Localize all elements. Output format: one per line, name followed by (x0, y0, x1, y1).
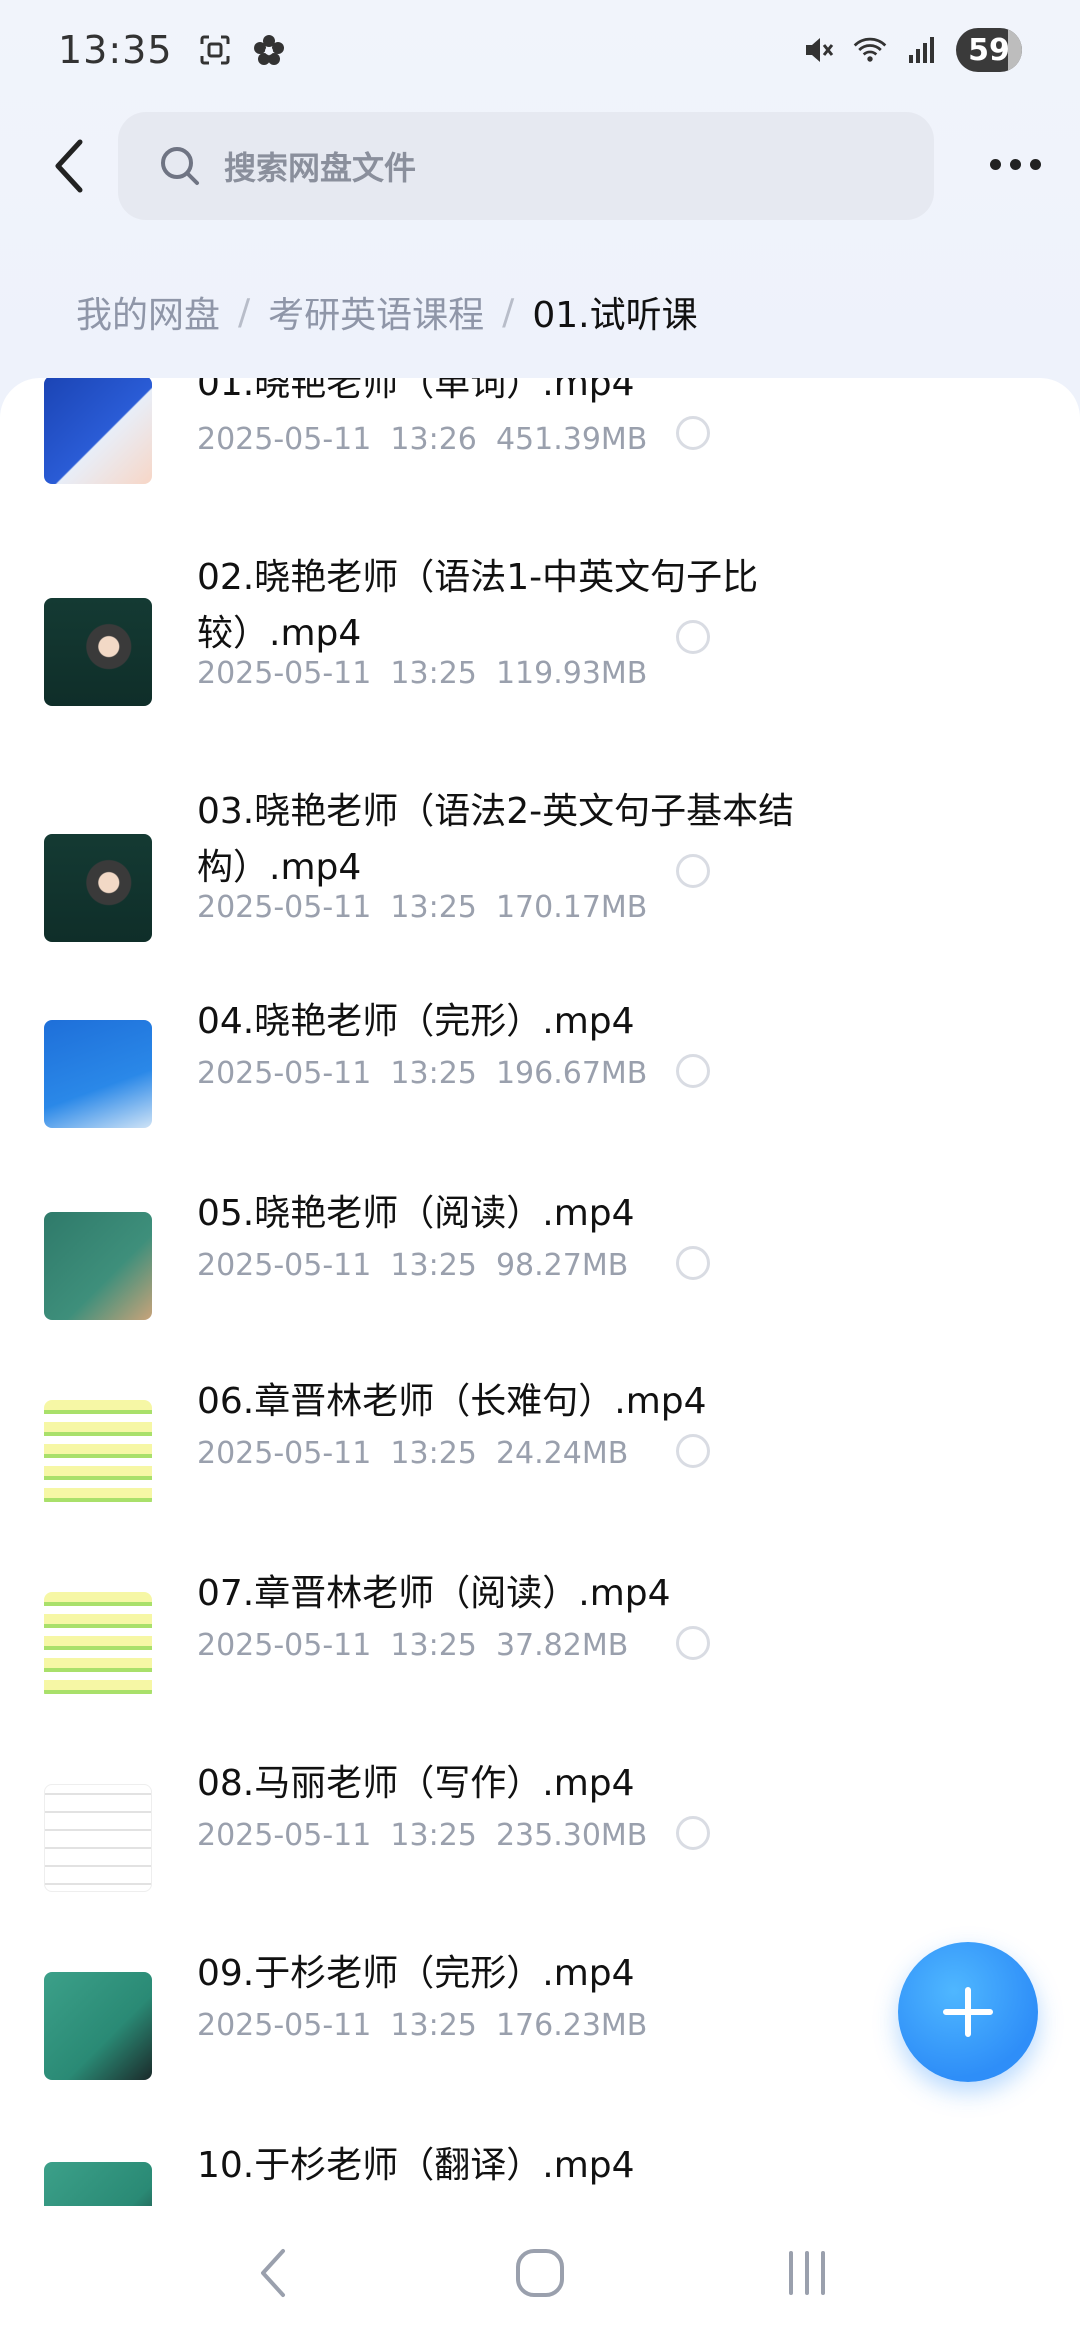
nav-recents-icon (788, 2251, 825, 2295)
video-thumbnail (44, 1400, 152, 1508)
video-thumbnail (44, 2162, 152, 2206)
video-thumbnail (44, 598, 152, 706)
file-item-08[interactable]: 08.马丽老师（写作）.mp4 2025-05-11 13:25 235.30M… (0, 1763, 1080, 1942)
select-radio[interactable] (676, 854, 710, 888)
system-nav-bar (0, 2206, 1080, 2340)
video-thumbnail (44, 1020, 152, 1128)
file-name: 05.晓艳老师（阅读）.mp4 (197, 1193, 635, 1234)
file-meta: 2025-05-11 13:25 37.82MB (197, 1628, 629, 1663)
file-name: 04.晓艳老师（完形）.mp4 (197, 1001, 635, 1042)
file-meta: 2025-05-11 13:25 196.67MB (197, 1056, 648, 1091)
file-name: 06.章晋林老师（长难句）.mp4 (197, 1381, 707, 1422)
wifi-icon (852, 32, 888, 68)
select-radio[interactable] (676, 416, 710, 450)
video-thumbnail (44, 1212, 152, 1320)
video-thumbnail (44, 1592, 152, 1700)
video-thumbnail (44, 1784, 152, 1892)
breadcrumb-separator: / (238, 291, 251, 333)
file-name: 01.晓艳老师（单词）.mp4 (197, 378, 635, 404)
file-list: 01.晓艳老师（单词）.mp4 2025-05-11 13:26 451.39M… (0, 378, 1080, 2206)
file-item-06[interactable]: 06.章晋林老师（长难句）.mp4 2025-05-11 13:25 24.24… (0, 1381, 1080, 1562)
file-item-07[interactable]: 07.章晋林老师（阅读）.mp4 2025-05-11 13:25 37.82M… (0, 1573, 1080, 1752)
file-name: 08.马丽老师（写作）.mp4 (197, 1763, 635, 1804)
nav-back-icon (261, 2249, 286, 2297)
file-name: 10.于杉老师（翻译）.mp4 (197, 2145, 635, 2186)
plus-icon (943, 1987, 993, 2037)
file-meta: 2025-05-11 13:25 98.27MB (197, 1248, 629, 1283)
breadcrumb-separator: / (502, 291, 515, 333)
file-name: 07.章晋林老师（阅读）.mp4 (197, 1573, 671, 1614)
nav-back-button[interactable] (233, 2233, 313, 2313)
file-item-02[interactable]: 02.晓艳老师（语法1-中英文句子比较）.mp4 2025-05-11 13:2… (0, 557, 1080, 752)
select-radio[interactable] (676, 1816, 710, 1850)
mute-icon (800, 32, 836, 68)
select-radio[interactable] (676, 1626, 710, 1660)
breadcrumb-item-folder[interactable]: 考研英语课程 (268, 286, 484, 338)
file-meta: 2025-05-11 13:25 170.17MB (197, 890, 648, 925)
file-meta: 2025-05-11 13:26 451.39MB (197, 422, 648, 457)
status-bar: 13:35 59 (0, 0, 1080, 100)
top-bar: 搜索网盘文件 (0, 110, 1080, 220)
status-right-icons: 59 (800, 28, 1022, 72)
screenshot-icon (197, 32, 233, 68)
file-name: 03.晓艳老师（语法2-英文句子基本结构）.mp4 (197, 791, 795, 888)
file-meta: 2025-05-11 13:25 176.23MB (197, 2008, 648, 2043)
flower-icon (251, 32, 287, 68)
file-name: 02.晓艳老师（语法1-中英文句子比较）.mp4 (197, 557, 759, 654)
select-radio[interactable] (676, 1246, 710, 1280)
file-item-03[interactable]: 03.晓艳老师（语法2-英文句子基本结构）.mp4 2025-05-11 13:… (0, 791, 1080, 986)
search-icon (161, 147, 199, 185)
more-button[interactable] (980, 134, 1050, 194)
battery-indicator: 59 (956, 28, 1022, 72)
file-item-05[interactable]: 05.晓艳老师（阅读）.mp4 2025-05-11 13:25 98.27MB (0, 1193, 1080, 1370)
search-input[interactable]: 搜索网盘文件 (118, 112, 934, 220)
video-thumbnail (44, 378, 152, 484)
file-meta: 2025-05-11 13:25 24.24MB (197, 1436, 629, 1471)
nav-home-icon (515, 2249, 564, 2297)
video-thumbnail (44, 1972, 152, 2080)
file-item-10[interactable]: 10.于杉老师（翻译）.mp4 (0, 2145, 1080, 2206)
breadcrumb-item-current: 01.试听课 (532, 295, 698, 336)
back-arrow-icon (55, 139, 83, 193)
file-item-01[interactable]: 01.晓艳老师（单词）.mp4 2025-05-11 13:26 451.39M… (0, 378, 1080, 528)
breadcrumb-item-root[interactable]: 我的网盘 (76, 286, 220, 338)
signal-icon (904, 32, 940, 68)
status-time: 13:35 (58, 28, 173, 72)
breadcrumb: 我的网盘 / 考研英语课程 / 01.试听课 (76, 282, 698, 342)
select-radio[interactable] (676, 1434, 710, 1468)
select-radio[interactable] (676, 620, 710, 654)
more-icon-dot (1029, 158, 1041, 170)
status-left-icons (197, 32, 287, 68)
back-button[interactable] (40, 136, 100, 196)
nav-home-button[interactable] (500, 2233, 580, 2313)
search-placeholder: 搜索网盘文件 (224, 149, 417, 187)
file-meta: 2025-05-11 13:25 119.93MB (197, 656, 648, 691)
file-meta: 2025-05-11 13:25 235.30MB (197, 1818, 648, 1853)
video-thumbnail (44, 834, 152, 942)
file-item-04[interactable]: 04.晓艳老师（完形）.mp4 2025-05-11 13:25 196.67M… (0, 1001, 1080, 1180)
more-icon-dot (989, 158, 1001, 170)
file-name: 09.于杉老师（完形）.mp4 (197, 1953, 635, 1994)
select-radio[interactable] (676, 1054, 710, 1088)
nav-recents-button[interactable] (767, 2233, 847, 2313)
more-icon-dot (1009, 158, 1021, 170)
add-button[interactable] (898, 1942, 1038, 2082)
screen: 13:35 59 搜索网盘文件 我的网盘 / 考研英语课程 / 01.试听课 0… (0, 0, 1080, 2340)
